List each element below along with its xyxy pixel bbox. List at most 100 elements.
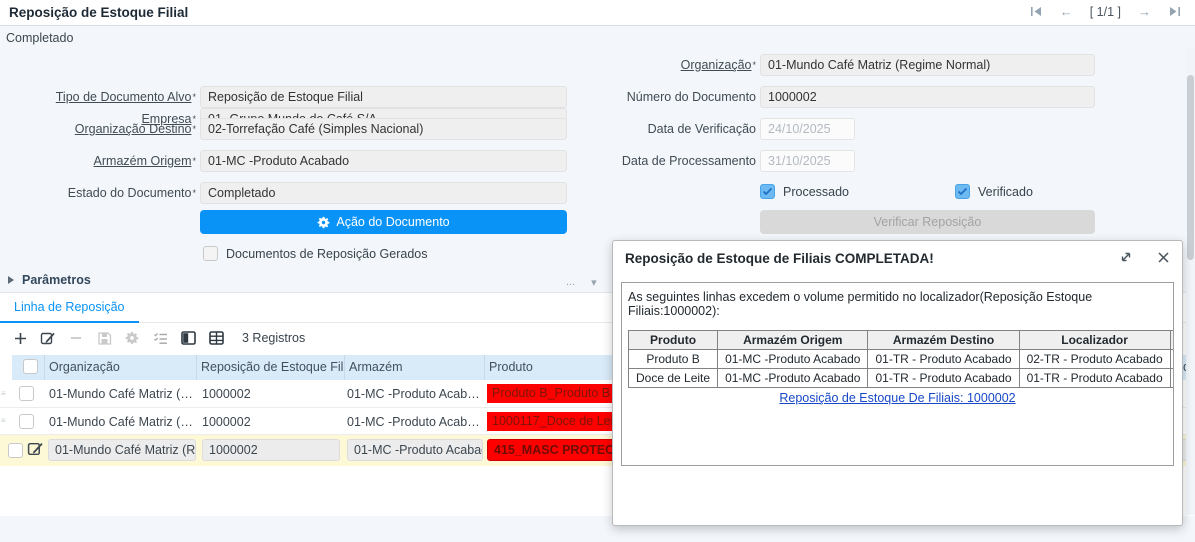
estado-documento-field[interactable]: Completado (200, 182, 567, 204)
dlg-col-localizador: Localizador (1018, 330, 1171, 350)
dialog-message-box: As seguintes linhas excedem o volume per… (621, 282, 1174, 466)
cell-produto-error-input[interactable]: 415_MASC PROTECT F (487, 439, 617, 461)
dlg-cell: 02-TR - Produto Acabado (1018, 349, 1171, 369)
dlg-cell: Doce de Leite (627, 368, 719, 388)
field-label-organizacao-destino[interactable]: Organização Destino (0, 118, 196, 140)
checklist-icon[interactable] (146, 331, 174, 345)
organizacao-field[interactable]: 01-Mundo Café Matriz (Regime Normal) (760, 54, 1095, 76)
data-verificacao-field: 24/10/2025 (760, 118, 855, 140)
col-header-reposicao[interactable]: Reposição de Estoque Fili... (197, 355, 345, 380)
organizacao-destino-field[interactable]: 02-Torrefação Café (Simples Nacional) (200, 118, 567, 140)
edit-row-icon[interactable] (34, 331, 62, 346)
row-checkbox[interactable] (19, 414, 34, 429)
field-label-tipo-documento-alvo[interactable]: Tipo de Documento Alvo (0, 86, 196, 108)
dlg-col-produto: Produto (627, 330, 719, 350)
cell-armazem-input[interactable]: 01-MC -Produto Acabado (347, 439, 483, 461)
expand-triangle-icon (8, 276, 14, 284)
verificar-reposicao-button: Verificar Reposição (760, 210, 1095, 234)
cell-reposicao: 1000002 (202, 415, 251, 429)
app-window: Reposição de Estoque Filial ← [ 1/1 ] → … (0, 0, 1195, 542)
dlg-col-qtd: Qtd (1169, 330, 1173, 350)
gear-icon (318, 216, 330, 228)
doc-action-label: Ação do Documento (336, 215, 450, 229)
field-label-organizacao[interactable]: Organização (560, 54, 756, 76)
dlg-col-armazem-destino: Armazém Destino (867, 330, 1020, 350)
dialog-title: Reposição de Estoque de Filiais COMPLETA… (625, 251, 934, 266)
save-icon (90, 331, 118, 346)
dlg-cell: 01-TR - Produto Acabado (867, 349, 1020, 369)
page-title: Reposição de Estoque Filial (9, 5, 189, 20)
field-label-numero-documento: Número do Documento (626, 90, 756, 104)
first-record-icon[interactable] (1030, 6, 1043, 17)
check-icon (762, 187, 773, 196)
row-checkbox[interactable] (8, 443, 23, 458)
select-all-checkbox[interactable] (23, 359, 38, 374)
delete-row-icon (62, 331, 90, 345)
parameters-tools: ... ▾ (566, 276, 597, 289)
add-row-icon[interactable] (6, 331, 34, 346)
cell-organizacao-input[interactable]: 01-Mundo Café Matriz (Regime Normal) (48, 439, 196, 461)
field-label-estado-documento: Estado do Documento (0, 182, 196, 204)
dlg-cell: 01-TR - Produto Acabado (867, 368, 1020, 388)
chevron-down-icon[interactable]: ▾ (591, 276, 597, 289)
last-record-icon[interactable] (1168, 6, 1181, 17)
dlg-cell: 01-MC -Produto Acabado (717, 349, 869, 369)
table-row: Doce de Leite 01-MC -Produto Acabado 01-… (627, 368, 1173, 388)
field-label-armazem-origem[interactable]: Armazém Origem (0, 150, 196, 172)
verificado-checkbox[interactable] (955, 184, 970, 199)
record-count: 3 Registros (242, 331, 306, 345)
doc-action-button[interactable]: Ação do Documento (200, 210, 567, 234)
record-pager: ← [ 1/1 ] → (1030, 4, 1181, 19)
prev-record-icon[interactable]: ← (1060, 4, 1073, 19)
table-row: Produto B 01-MC -Produto Acabado 01-TR -… (627, 349, 1173, 369)
verificado-checkbox-row[interactable]: Verificado (955, 184, 1033, 199)
dlg-cell: 01-TR - Produto Acabado (1018, 368, 1171, 388)
edit-row-icon[interactable] (27, 441, 44, 462)
processado-checkbox[interactable] (760, 184, 775, 199)
dlg-col-armazem-origem: Armazém Origem (717, 330, 869, 350)
dlg-cell: Produto B (627, 349, 719, 369)
title-bar: Reposição de Estoque Filial ← [ 1/1 ] → (0, 0, 1195, 26)
processado-label: Processado (783, 184, 850, 199)
page-indicator: [ 1/1 ] (1089, 4, 1121, 19)
scrollbar-thumb[interactable] (1187, 75, 1194, 260)
verificado-label: Verificado (978, 184, 1033, 199)
cell-reposicao-input[interactable]: 1000002 (202, 439, 340, 461)
generated-docs-checkbox[interactable] (203, 246, 218, 261)
grid-view-icon[interactable] (202, 331, 230, 345)
dlg-cell-qtd: 1188.00 (1169, 349, 1173, 369)
tab-linha-de-reposicao[interactable]: Linha de Reposição (0, 293, 139, 323)
numero-documento-field[interactable]: 1000002 (760, 86, 1095, 108)
expand-dialog-icon[interactable] (1119, 250, 1133, 264)
col-header-armazem[interactable]: Armazém (345, 355, 485, 380)
cell-organizacao: 01-Mundo Café Matriz (Regime Normal) (49, 415, 193, 429)
cell-armazem: 01-MC -Produto Acabado (347, 415, 485, 429)
tipo-documento-alvo-field[interactable]: Reposição de Estoque Filial (200, 86, 567, 108)
exceeded-lines-table: Produto Armazém Origem Armazém Destino L… (627, 330, 1173, 388)
overflow-menu-icon[interactable]: ... (566, 276, 575, 289)
data-processamento-field: 31/10/2025 (760, 150, 855, 172)
document-link[interactable]: Reposição de Estoque De Filiais: 1000002 (628, 391, 1167, 405)
generated-docs-checkbox-row[interactable]: Documentos de Reposição Gerados (203, 246, 428, 261)
field-label-data-processamento: Data de Processamento (621, 154, 756, 168)
processado-checkbox-row[interactable]: Processado (760, 184, 849, 199)
cell-reposicao: 1000002 (202, 387, 251, 401)
select-all-cell[interactable] (12, 355, 45, 380)
vertical-scrollbar[interactable] (1186, 48, 1195, 515)
dialog-message: As seguintes linhas excedem o volume per… (628, 290, 1093, 318)
armazem-origem-field[interactable]: 01-MC -Produto Acabado (200, 150, 567, 172)
row-checkbox[interactable] (19, 386, 34, 401)
process-gear-icon (118, 331, 146, 345)
row-drag-handle-icon: ≡ (1, 389, 6, 398)
field-label-data-verificacao: Data de Verificação (647, 122, 756, 136)
completion-dialog: Reposição de Estoque de Filiais COMPLETA… (612, 240, 1183, 526)
close-icon[interactable] (1157, 251, 1170, 264)
split-pane-icon[interactable] (174, 331, 202, 345)
next-record-icon[interactable]: → (1138, 4, 1151, 19)
dlg-cell-qtd: 85 (1169, 368, 1173, 388)
dlg-cell: 01-MC -Produto Acabado (717, 368, 869, 388)
check-icon (957, 187, 968, 196)
parameters-section-header[interactable]: Parâmetros (8, 273, 91, 287)
col-header-organizacao[interactable]: Organização (45, 355, 197, 380)
cell-organizacao: 01-Mundo Café Matriz (Regime Normal) (49, 387, 193, 401)
